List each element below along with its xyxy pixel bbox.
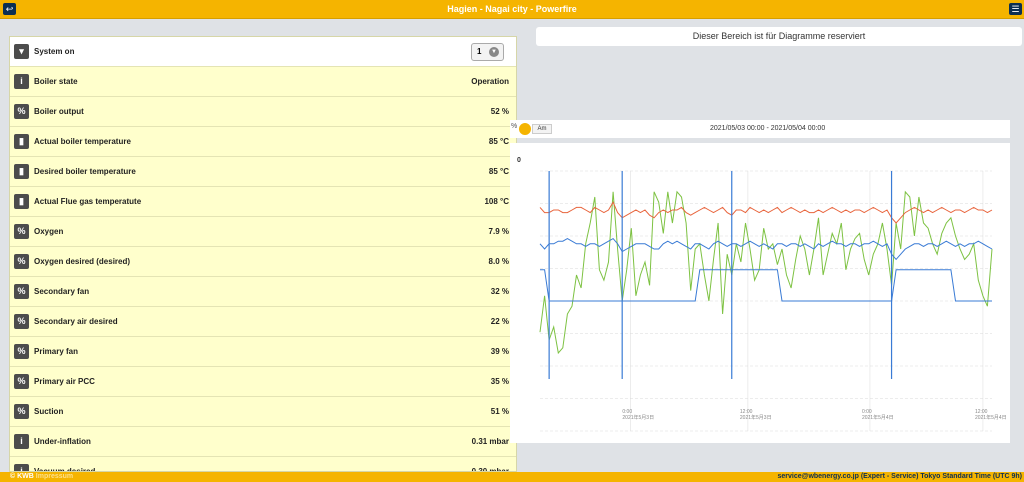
status-value: 51 %: [490, 407, 509, 416]
info-icon: i: [14, 74, 29, 89]
status-row: % Secondary air desired 22 %: [10, 307, 516, 337]
top-bar: ↩ Hagien - Nagai city - Powerfire ☰: [0, 0, 1024, 19]
info-icon: i: [14, 434, 29, 449]
status-label: Secondary air desired: [34, 317, 118, 326]
status-value: 0.30 mbar: [471, 467, 509, 472]
status-value: 85 °C: [488, 167, 509, 176]
status-value: Operation: [471, 77, 509, 86]
percent-icon: %: [14, 104, 29, 119]
percent-icon: %: [14, 284, 29, 299]
percent-icon: %: [14, 314, 29, 329]
status-label: Desired boiler temperature: [34, 167, 136, 176]
series-line-1: [539, 201, 993, 224]
chevron-down-icon: ▼: [489, 47, 499, 57]
info-icon: i: [14, 464, 29, 471]
status-row: i Under-inflation 0.31 mbar: [10, 427, 516, 457]
status-label: Suction: [34, 407, 64, 416]
status-row: % Oxygen desired (desired) 8.0 %: [10, 247, 516, 277]
system-on-row: ▾ System on 1 ▼: [10, 37, 516, 67]
thermometer-icon: ▮: [14, 164, 29, 179]
status-row: % Primary fan 39 %: [10, 337, 516, 367]
footer-service-info[interactable]: service@wbenergy.co.jp (Expert - Service…: [777, 472, 1022, 482]
menu-icon[interactable]: ☰: [1009, 3, 1022, 15]
status-row: ▮ Actual boiler temperature 85 °C: [10, 127, 516, 157]
status-value: 85 °C: [488, 137, 509, 146]
page-title: Hagien - Nagai city - Powerfire: [447, 4, 577, 14]
thermometer-icon: ▮: [14, 194, 29, 209]
percent-icon: %: [14, 224, 29, 239]
status-row: % Oxygen 7.9 %: [10, 217, 516, 247]
status-label: Oxygen: [34, 227, 64, 236]
chart-mode-button[interactable]: Am: [532, 124, 552, 134]
status-value: 32 %: [490, 287, 509, 296]
status-label: Primary air PCC: [34, 377, 95, 386]
chart-header: % Am 2021/05/03 00:00 - 2021/05/04 00:00: [510, 120, 1010, 138]
status-label: Oxygen desired (desired): [34, 257, 131, 266]
chart-zero-label: 0: [517, 157, 521, 164]
status-value: 0.31 mbar: [471, 437, 509, 446]
status-row: i Vacuum desired 0.30 mbar: [10, 457, 516, 472]
series-line-3: [540, 269, 992, 302]
system-on-label: System on: [34, 47, 75, 56]
status-label: Under-inflation: [34, 437, 91, 446]
chart-date-range: 2021/05/03 00:00 - 2021/05/04 00:00: [710, 125, 826, 132]
impressum-link[interactable]: Impressum: [36, 473, 73, 480]
status-value: 22 %: [490, 317, 509, 326]
footer-brand: © KWB: [10, 473, 34, 480]
status-value: 35 %: [490, 377, 509, 386]
status-row: % Suction 51 %: [10, 397, 516, 427]
system-on-value: 1: [477, 47, 482, 56]
percent-icon: %: [14, 254, 29, 269]
status-label: Secondary fan: [34, 287, 90, 296]
status-row: % Primary air PCC 35 %: [10, 367, 516, 397]
status-label: Vacuum desired: [34, 467, 96, 472]
thermometer-icon: ▮: [14, 134, 29, 149]
x-tick-label: 2021年5月4日: [975, 414, 1007, 421]
footer-bar: © KWB Impressum service@wbenergy.co.jp (…: [0, 472, 1024, 482]
status-row: % Secondary fan 32 %: [10, 277, 516, 307]
percent-icon: %: [14, 344, 29, 359]
x-tick-label: 2021年5月4日: [862, 414, 894, 421]
status-value: 8.0 %: [488, 257, 509, 266]
status-label: Actual Flue gas temperatute: [34, 197, 142, 206]
status-value: 52 %: [490, 107, 509, 116]
status-row: % Boiler output 52 %: [10, 97, 516, 127]
status-panel: ▾ System on 1 ▼ i Boiler state Operation% B…: [9, 36, 517, 472]
x-tick-label: 2021年5月3日: [622, 414, 654, 421]
series-line-2: [539, 237, 993, 261]
status-value: 108 °C: [484, 197, 509, 206]
chart-svg: 0:002021年5月3日12:002021年5月3日0:002021年5月4日…: [539, 170, 1007, 432]
series-line-0: [539, 190, 993, 355]
dropdown-icon: ▾: [14, 44, 29, 59]
status-value: 39 %: [490, 347, 509, 356]
system-on-select[interactable]: 1 ▼: [471, 43, 504, 61]
status-label: Actual boiler temperature: [34, 137, 131, 146]
status-row: i Boiler state Operation: [10, 67, 516, 97]
status-row: ▮ Desired boiler temperature 85 °C: [10, 157, 516, 187]
status-value: 7.9 %: [488, 227, 509, 236]
percent-icon: %: [14, 404, 29, 419]
status-label: Boiler output: [34, 107, 84, 116]
chart-toggle[interactable]: [519, 123, 531, 135]
trend-chart: 0:00 2021年5月3日 12:00 2021年5月3日 0:00 2021年5月4日…: [510, 143, 1010, 443]
status-label: Boiler state: [34, 77, 78, 86]
chart-percent-label: %: [511, 123, 518, 130]
x-tick-label: 2021年5月3日: [740, 414, 772, 421]
percent-icon: %: [14, 374, 29, 389]
status-label: Primary fan: [34, 347, 79, 356]
status-row: ▮ Actual Flue gas temperatute 108 °C: [10, 187, 516, 217]
diagram-placeholder: Dieser Bereich ist für Diagramme reservi…: [536, 27, 1022, 46]
